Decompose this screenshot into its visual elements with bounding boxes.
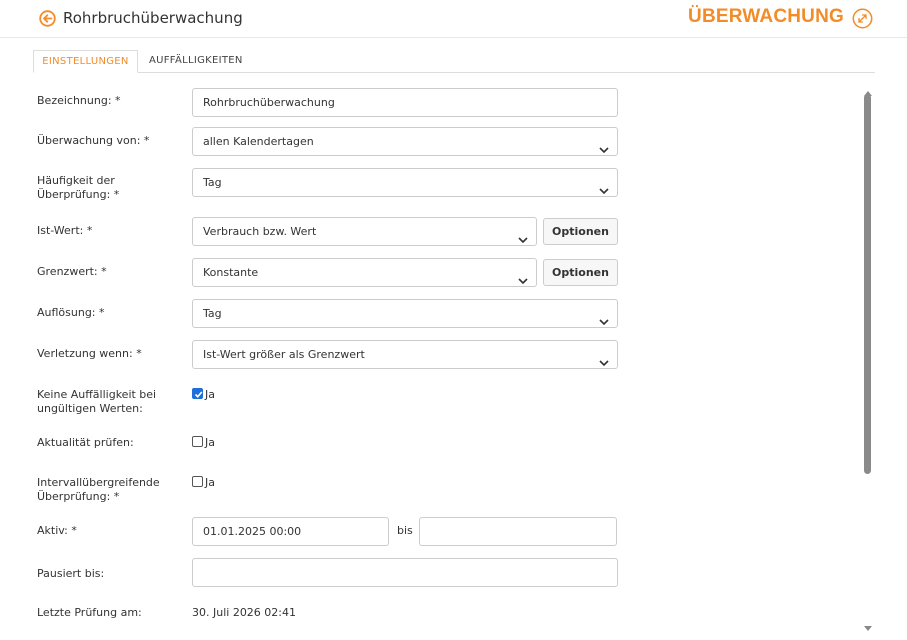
aktiv-separator: bis [397,524,413,537]
intervall-option: Ja [205,476,215,489]
page-title: Rohrbruchüberwachung [63,9,243,27]
label-intervall: Intervallübergreifende Überprüfung: * [37,476,177,504]
checkbox-unchecked-icon[interactable] [192,436,203,447]
letzte-pruefung-value: 30. Juli 2026 02:41 [192,606,297,619]
ueberwachung-von-value: allen Kalendertagen [203,135,314,148]
label-intervall-line2: Überprüfung: * [37,490,120,503]
tab-bar: EINSTELLUNGEN AUFFÄLLIGKEITEN [33,50,875,73]
label-keine-auffaelligkeit: Keine Auffälligkeit bei ungültigen Werte… [37,388,177,416]
grenzwert-value: Konstante [203,266,259,279]
app-header: Rohrbruchüberwachung ÜBERWACHUNG [0,0,907,38]
label-ist-wert: Ist-Wert: * [37,224,93,237]
ist-wert-value: Verbrauch bzw. Wert [203,225,317,238]
label-aktiv: Aktiv: * [37,524,77,537]
label-aufloesung: Auflösung: * [37,306,105,319]
ueberwachung-von-select[interactable]: allen Kalendertagen [192,127,618,156]
intervall-checkbox[interactable]: Ja [192,476,215,489]
label-haeufigkeit-line1: Häufigkeit der [37,174,115,187]
aktiv-from-input[interactable]: 01.01.2025 00:00 [192,517,389,546]
pausiert-input[interactable] [192,558,618,587]
chevron-down-icon [599,309,609,326]
label-aktualitaet: Aktualität prüfen: [37,436,134,449]
checkbox-checked-icon[interactable] [192,388,203,399]
haeufigkeit-value: Tag [203,176,222,189]
settings-form: Bezeichnung: * Rohrbruchüberwachung Über… [0,80,860,640]
grenzwert-options-button[interactable]: Optionen [543,259,618,286]
expand-circle-icon[interactable] [852,8,873,29]
label-pausiert: Pausiert bis: [37,567,105,580]
keine-auffaelligkeit-option: Ja [205,388,215,401]
ist-wert-options-button[interactable]: Optionen [543,218,618,245]
aktiv-to-input[interactable] [419,517,617,546]
chevron-down-icon [599,350,609,367]
aufloesung-select[interactable]: Tag [192,299,618,328]
label-intervall-line1: Intervallübergreifende [37,476,160,489]
aufloesung-value: Tag [203,307,222,320]
label-ueberwachung-von: Überwachung von: * [37,134,150,147]
arrow-left-circle-icon[interactable] [39,10,56,27]
aktualitaet-option: Ja [205,436,215,449]
grenzwert-select[interactable]: Konstante [192,258,537,287]
label-keine-auffaelligkeit-line1: Keine Auffälligkeit bei [37,388,157,401]
label-grenzwert: Grenzwert: * [37,265,107,278]
chevron-down-icon [599,137,609,154]
checkbox-unchecked-icon[interactable] [192,476,203,487]
label-haeufigkeit-line2: Überprüfung: * [37,188,120,201]
chevron-down-icon [518,227,528,244]
label-keine-auffaelligkeit-line2: ungültigen Werten: [37,402,143,415]
label-bezeichnung: Bezeichnung: * [37,94,121,107]
chevron-down-icon [599,178,609,195]
scroll-down-arrow-icon[interactable] [864,616,872,635]
label-haeufigkeit: Häufigkeit der Überprüfung: * [37,174,177,202]
tab-auffaelligkeiten[interactable]: AUFFÄLLIGKEITEN [143,50,249,73]
vertical-scrollbar[interactable] [862,82,874,631]
label-letzte-pruefung: Letzte Prüfung am: [37,606,142,619]
verletzung-value: Ist-Wert größer als Grenzwert [203,348,365,361]
ist-wert-select[interactable]: Verbrauch bzw. Wert [192,217,537,246]
haeufigkeit-select[interactable]: Tag [192,168,618,197]
chevron-down-icon [518,268,528,285]
aktualitaet-checkbox[interactable]: Ja [192,436,215,449]
label-verletzung: Verletzung wenn: * [37,347,142,360]
keine-auffaelligkeit-checkbox[interactable]: Ja [192,388,215,401]
brand-title: ÜBERWACHUNG [688,6,844,27]
verletzung-select[interactable]: Ist-Wert größer als Grenzwert [192,340,618,369]
bezeichnung-input[interactable]: Rohrbruchüberwachung [192,88,618,117]
tab-einstellungen[interactable]: EINSTELLUNGEN [33,50,138,73]
scrollbar-thumb[interactable] [864,94,871,474]
